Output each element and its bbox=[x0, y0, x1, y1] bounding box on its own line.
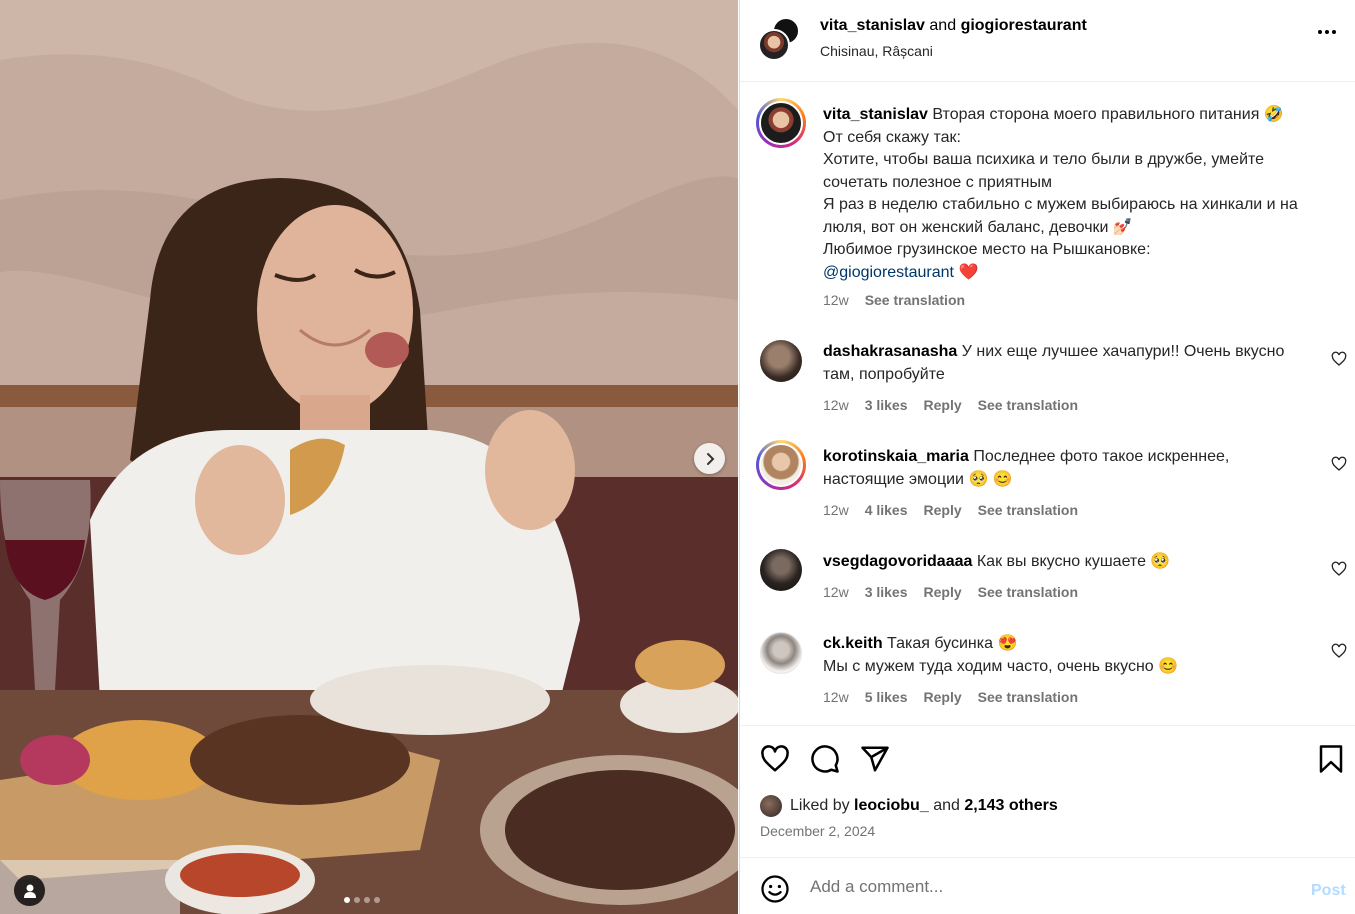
carousel-indicator bbox=[344, 897, 380, 903]
likes-prefix: Liked by bbox=[790, 797, 850, 814]
comment-body: dashakrasanasha У них еще лучшее хачапур… bbox=[823, 341, 1293, 386]
post-side-panel: vita_stanislav and giogiorestaurant Chis… bbox=[739, 0, 1355, 914]
see-translation-button[interactable]: See translation bbox=[978, 502, 1078, 518]
chevron-right-icon bbox=[706, 452, 714, 465]
post-date[interactable]: December 2, 2024 bbox=[760, 823, 875, 839]
comment-time[interactable]: 12w bbox=[823, 502, 849, 518]
comment-meta: 12w 5 likes Reply See translation bbox=[823, 689, 1078, 705]
post-location[interactable]: Chisinau, Râșcani bbox=[820, 43, 933, 59]
comment-username[interactable]: dashakrasanasha bbox=[823, 343, 957, 360]
avatar[interactable] bbox=[760, 632, 802, 674]
heart-icon[interactable] bbox=[1331, 643, 1347, 659]
avatar[interactable] bbox=[760, 549, 802, 591]
see-translation-button[interactable]: See translation bbox=[978, 584, 1078, 600]
see-translation-button[interactable]: See translation bbox=[865, 292, 965, 308]
emoji-icon[interactable] bbox=[760, 874, 790, 904]
add-comment-bar: Post bbox=[740, 857, 1355, 914]
avatar bbox=[760, 795, 782, 817]
caption-avatar[interactable] bbox=[756, 98, 806, 148]
more-options-button[interactable] bbox=[1318, 30, 1336, 34]
comment-likes[interactable]: 5 likes bbox=[865, 689, 908, 705]
comment-avatar[interactable] bbox=[756, 440, 806, 490]
avatar bbox=[759, 443, 803, 487]
comment-time[interactable]: 12w bbox=[823, 397, 849, 413]
avatar[interactable] bbox=[760, 340, 802, 382]
post-caption: vita_stanislav Вторая сторона моего прав… bbox=[823, 104, 1333, 284]
caption-mention[interactable]: @giogiorestaurant bbox=[823, 264, 954, 281]
comment-body: korotinskaia_maria Последнее фото такое … bbox=[823, 446, 1293, 491]
likes-and: and bbox=[933, 797, 960, 814]
caption-time[interactable]: 12w bbox=[823, 292, 849, 308]
carousel-next-button[interactable] bbox=[694, 443, 725, 474]
user-tag-button[interactable] bbox=[14, 875, 45, 906]
likes-summary[interactable]: Liked by leociobu_ and 2,143 others bbox=[760, 795, 1058, 817]
post-header: vita_stanislav and giogiorestaurant Chis… bbox=[740, 0, 1355, 82]
more-icon-dot bbox=[1332, 30, 1336, 34]
heart-icon[interactable] bbox=[1331, 351, 1347, 367]
post-photo[interactable] bbox=[0, 0, 738, 914]
comment-text: Такая бусинка 😍 bbox=[887, 635, 1018, 652]
comment-icon[interactable] bbox=[810, 744, 840, 774]
carousel-dot bbox=[374, 897, 380, 903]
bookmark-icon[interactable] bbox=[1316, 744, 1346, 774]
caption-line: Я раз в неделю стабильно с мужем выбираю… bbox=[823, 196, 1298, 236]
comment-likes[interactable]: 4 likes bbox=[865, 502, 908, 518]
caption-line: Любимое грузинское место на Рышкановке: bbox=[823, 241, 1151, 258]
caption-line: От себя скажу так: bbox=[823, 128, 961, 146]
post-actions: Liked by leociobu_ and 2,143 others Dece… bbox=[740, 725, 1355, 857]
comment-likes[interactable]: 3 likes bbox=[865, 584, 908, 600]
comment-body: ck.keith Такая бусинка 😍 Мы с мужем туда… bbox=[823, 633, 1293, 678]
likes-user[interactable]: leociobu_ bbox=[854, 797, 929, 815]
comment-time[interactable]: 12w bbox=[823, 584, 849, 600]
comment-text: Как вы вкусно кушаете 🥺 bbox=[976, 553, 1171, 570]
caption-line: Хотите, чтобы ваша психика и тело были в… bbox=[823, 151, 1265, 191]
carousel-dot bbox=[364, 897, 370, 903]
reply-button[interactable]: Reply bbox=[924, 502, 962, 518]
comments-list[interactable]: vita_stanislav Вторая сторона моего прав… bbox=[740, 83, 1355, 725]
author-username[interactable]: vita_stanislav bbox=[820, 17, 925, 34]
comment-username[interactable]: ck.keith bbox=[823, 635, 883, 652]
collab-avatars[interactable] bbox=[758, 17, 802, 61]
avatar bbox=[758, 29, 790, 61]
post-authors: vita_stanislav and giogiorestaurant bbox=[820, 17, 1087, 35]
reply-button[interactable]: Reply bbox=[924, 397, 962, 413]
author-username[interactable]: giogiorestaurant bbox=[961, 17, 1087, 34]
avatar bbox=[759, 101, 803, 145]
see-translation-button[interactable]: See translation bbox=[978, 689, 1078, 705]
carousel-dot bbox=[344, 897, 350, 903]
comment-body: vsegdagovoridaaaa Как вы вкусно кушаете … bbox=[823, 551, 1293, 574]
comment-text: Мы с мужем туда ходим часто, очень вкусн… bbox=[823, 657, 1179, 675]
caption-line: Вторая сторона моего правильного питания… bbox=[932, 106, 1284, 123]
share-icon[interactable] bbox=[860, 744, 890, 774]
comment-username[interactable]: korotinskaia_maria bbox=[823, 448, 969, 465]
more-icon bbox=[1318, 30, 1322, 34]
comment-meta: 12w 3 likes Reply See translation bbox=[823, 584, 1078, 600]
caption-heart: ❤️ bbox=[958, 263, 979, 281]
author-conjunction: and bbox=[929, 17, 957, 34]
heart-icon[interactable] bbox=[1331, 561, 1347, 577]
see-translation-button[interactable]: See translation bbox=[978, 397, 1078, 413]
caption-username[interactable]: vita_stanislav bbox=[823, 106, 928, 123]
carousel-dot bbox=[354, 897, 360, 903]
comment-username[interactable]: vsegdagovoridaaaa bbox=[823, 553, 972, 570]
caption-meta: 12w See translation bbox=[823, 292, 965, 308]
heart-icon[interactable] bbox=[1331, 456, 1347, 472]
reply-button[interactable]: Reply bbox=[924, 584, 962, 600]
reply-button[interactable]: Reply bbox=[924, 689, 962, 705]
comment-meta: 12w 3 likes Reply See translation bbox=[823, 397, 1078, 413]
comment-likes[interactable]: 3 likes bbox=[865, 397, 908, 413]
heart-icon[interactable] bbox=[760, 744, 790, 774]
comment-meta: 12w 4 likes Reply See translation bbox=[823, 502, 1078, 518]
post-comment-button[interactable]: Post bbox=[1311, 882, 1346, 900]
restaurant-photo-illustration bbox=[0, 0, 738, 914]
more-icon-dot bbox=[1325, 30, 1329, 34]
comment-time[interactable]: 12w bbox=[823, 689, 849, 705]
comment-input[interactable] bbox=[810, 872, 1290, 902]
likes-others[interactable]: 2,143 others bbox=[964, 797, 1057, 815]
user-tag-icon bbox=[23, 884, 36, 898]
